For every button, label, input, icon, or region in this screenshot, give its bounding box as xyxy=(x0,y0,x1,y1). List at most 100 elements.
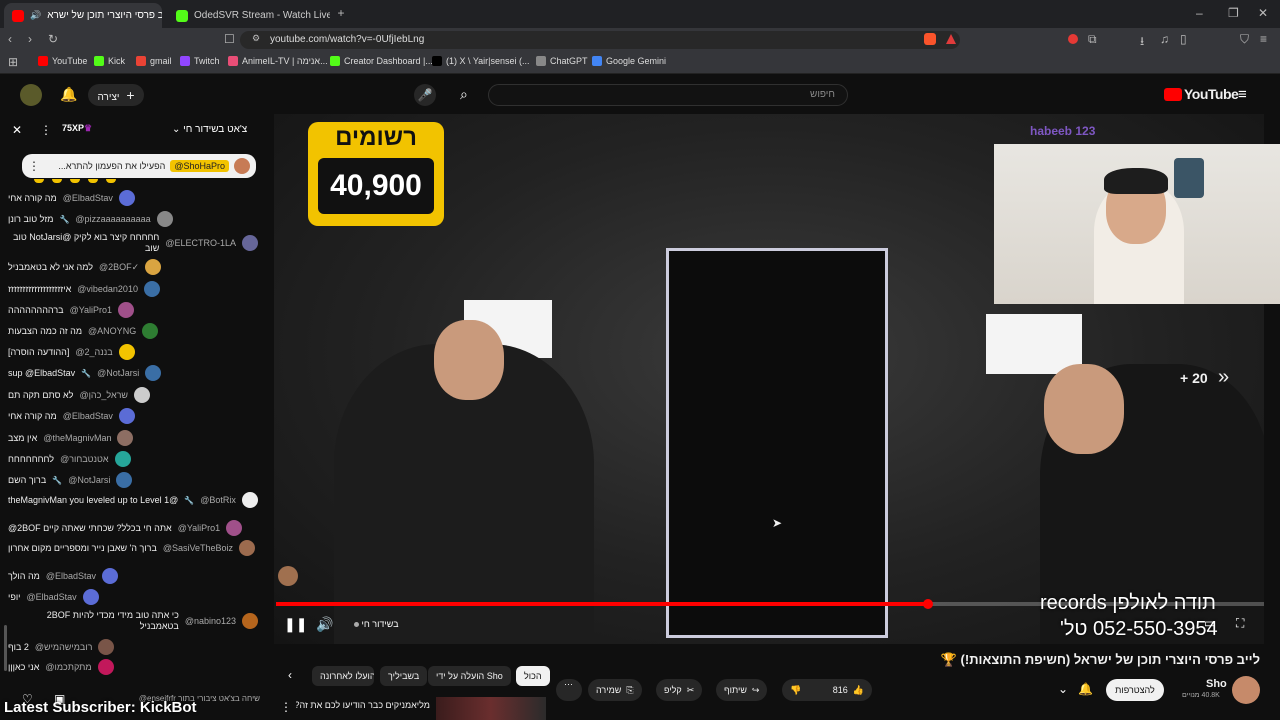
dislike-icon[interactable]: 👎 xyxy=(790,685,801,696)
subscribe-button[interactable]: להצטרפות xyxy=(1106,679,1164,701)
more-actions-icon[interactable]: ⋯ xyxy=(556,679,582,701)
chat-author[interactable]: @מתקתכמו xyxy=(45,662,91,673)
chat-avatar[interactable] xyxy=(114,451,131,467)
reload-icon[interactable]: ↻ xyxy=(48,32,58,46)
chat-avatar[interactable] xyxy=(239,540,255,556)
bookmark-icon[interactable]: ☐ xyxy=(224,32,235,46)
forward-icon[interactable]: › xyxy=(28,32,32,46)
youtube-logo-text[interactable]: YouTube xyxy=(1184,86,1239,102)
chat-author[interactable]: @BotRix xyxy=(200,495,236,506)
chat-avatar[interactable] xyxy=(97,659,114,675)
bookmark-item[interactable]: AnimeIL-TV | אנימה... xyxy=(228,56,328,66)
skip-forward-label[interactable]: + 20 xyxy=(1180,370,1208,386)
pause-icon[interactable]: ❚❚ xyxy=(284,616,307,633)
chat-mode-dropdown[interactable]: צ'אט בשידור חי ⌄ xyxy=(172,124,247,135)
chat-author[interactable]: @NotJarsi xyxy=(68,475,110,486)
hamburger-menu-icon[interactable]: ≡ xyxy=(1238,86,1247,103)
tab-kick[interactable]: OdedSVR Stream - Watch Live on Kic ✕ xyxy=(168,3,330,28)
chat-avatar[interactable] xyxy=(242,613,258,629)
menu-icon[interactable]: ≡ xyxy=(1260,32,1267,46)
chat-avatar[interactable] xyxy=(133,387,150,403)
minimize-icon[interactable]: – xyxy=(1196,6,1203,20)
media-icon[interactable]: ♫ xyxy=(1160,32,1169,46)
chat-author[interactable]: @pizzaaaaaaaaaa xyxy=(75,214,150,225)
save-button[interactable]: שמירה ⎘ xyxy=(588,679,642,701)
tab-youtube[interactable]: 🔊 לייב פרסי היוצרי תוכן של ישרא ✕ xyxy=(4,3,162,28)
chat-more-icon[interactable]: ⋮ xyxy=(40,123,52,137)
like-icon[interactable]: 👍 xyxy=(853,685,864,696)
pinned-more-icon[interactable]: ⋮ xyxy=(28,159,40,173)
recommendation-title[interactable]: מליאמניקים כבר הודיעו לכם את זה? xyxy=(296,700,430,710)
chat-avatar[interactable] xyxy=(226,520,243,536)
back-icon[interactable]: ‹ xyxy=(8,32,12,46)
search-icon[interactable]: ⌕ xyxy=(460,86,468,103)
close-window-icon[interactable]: ✕ xyxy=(1258,6,1268,20)
notification-bell-icon[interactable]: 🔔 xyxy=(1078,682,1093,696)
chat-avatar[interactable] xyxy=(102,568,118,584)
chat-avatar[interactable] xyxy=(118,344,135,360)
youtube-logo-icon[interactable] xyxy=(1164,88,1182,101)
live-indicator[interactable]: בשידור חי xyxy=(354,619,399,629)
chat-author[interactable]: @ElbadStav xyxy=(63,411,113,422)
url-field[interactable]: youtube.com/watch?v=-0UfjIebLng xyxy=(240,31,960,49)
chat-avatar[interactable] xyxy=(242,235,258,251)
chat-author[interactable]: @ANOYNG xyxy=(88,326,136,337)
chips-left-chevron-icon[interactable]: ‹ xyxy=(288,668,292,682)
pinned-message[interactable]: ⋮ הפעילו את הפעמון להתרא... @ShoHaPro xyxy=(22,154,256,178)
site-info-icon[interactable]: ⚙ xyxy=(252,33,260,44)
voice-search-icon[interactable]: 🎤 xyxy=(414,84,436,106)
brave-shield-icon[interactable] xyxy=(924,33,936,45)
chip-from-sho[interactable]: הועלה על ידי Sho xyxy=(428,666,511,686)
new-tab-icon[interactable]: + xyxy=(334,6,348,20)
chat-avatar[interactable] xyxy=(116,472,133,488)
avatar[interactable] xyxy=(20,84,42,106)
chat-avatar[interactable] xyxy=(82,589,99,605)
chat-author[interactable]: @ElbadStav xyxy=(46,571,96,582)
chat-avatar[interactable] xyxy=(145,259,162,275)
channel-name[interactable]: Sho xyxy=(1206,678,1227,690)
chat-author[interactable]: @vibedan2010 xyxy=(77,284,138,295)
bookmark-item[interactable]: Kick xyxy=(94,56,125,66)
chat-author[interactable]: @בננה_2 xyxy=(75,347,112,358)
progress-handle[interactable] xyxy=(923,599,933,609)
chat-author[interactable]: @SasiVeTheBoiz xyxy=(163,543,233,554)
chat-author[interactable]: @nabino123 xyxy=(185,616,236,627)
chat-avatar[interactable] xyxy=(241,492,258,508)
chip-all[interactable]: הכול xyxy=(516,666,550,686)
bookmark-item[interactable]: Google Gemini xyxy=(592,56,666,66)
bookmark-item[interactable]: gmail xyxy=(136,56,172,66)
bookmark-item[interactable]: Creator Dashboard |... xyxy=(330,56,433,66)
download-icon[interactable]: ⭳ xyxy=(1140,32,1144,53)
brave-rewards-icon[interactable] xyxy=(946,34,956,44)
recommendation-thumbnail[interactable] xyxy=(436,697,546,720)
chat-avatar[interactable] xyxy=(98,639,115,655)
chat-author[interactable]: @ELECTRO-1LA xyxy=(165,238,236,249)
chat-avatar[interactable] xyxy=(145,365,162,381)
maximize-icon[interactable]: ❐ xyxy=(1228,6,1239,20)
extension-record-icon[interactable] xyxy=(1068,34,1078,44)
fullscreen-icon[interactable]: ⛶ xyxy=(1236,616,1244,631)
create-button[interactable]: יצירה + xyxy=(88,84,144,106)
chat-author[interactable]: @רובמישהמיש xyxy=(35,642,93,653)
chat-avatar[interactable] xyxy=(142,323,159,339)
bookmark-item[interactable]: Twitch xyxy=(180,56,220,66)
chat-author[interactable]: @2BOF✓ xyxy=(99,262,139,273)
chat-author[interactable]: @ElbadStav xyxy=(63,193,113,204)
subtitles-icon[interactable]: ▭ xyxy=(1204,616,1215,630)
player-channel-avatar[interactable] xyxy=(278,566,298,586)
notifications-bell-icon[interactable]: 🔔 xyxy=(60,86,77,103)
chat-author[interactable]: @שראל_כהן xyxy=(79,390,128,401)
search-input[interactable]: חיפוש xyxy=(488,84,848,106)
apps-grid-icon[interactable]: ⊞ xyxy=(8,55,18,69)
chat-author[interactable]: @theMagnivMan xyxy=(43,433,111,444)
sidebar-icon[interactable]: ▯ xyxy=(1180,32,1187,46)
clip-button[interactable]: קליפ ✂ xyxy=(656,679,703,701)
chat-author[interactable]: @ElbadStav xyxy=(27,592,77,603)
chat-avatar[interactable] xyxy=(143,281,160,297)
bookmark-item[interactable]: ChatGPT xyxy=(536,56,588,66)
bookmark-item[interactable]: (1) X \ Yair|sensei (... xyxy=(432,56,530,66)
extensions-icon[interactable]: ⧉ xyxy=(1088,32,1097,47)
chat-avatar[interactable] xyxy=(117,430,134,446)
chat-author[interactable]: @YaliPro1 xyxy=(70,305,113,316)
chat-avatar[interactable] xyxy=(156,211,173,227)
